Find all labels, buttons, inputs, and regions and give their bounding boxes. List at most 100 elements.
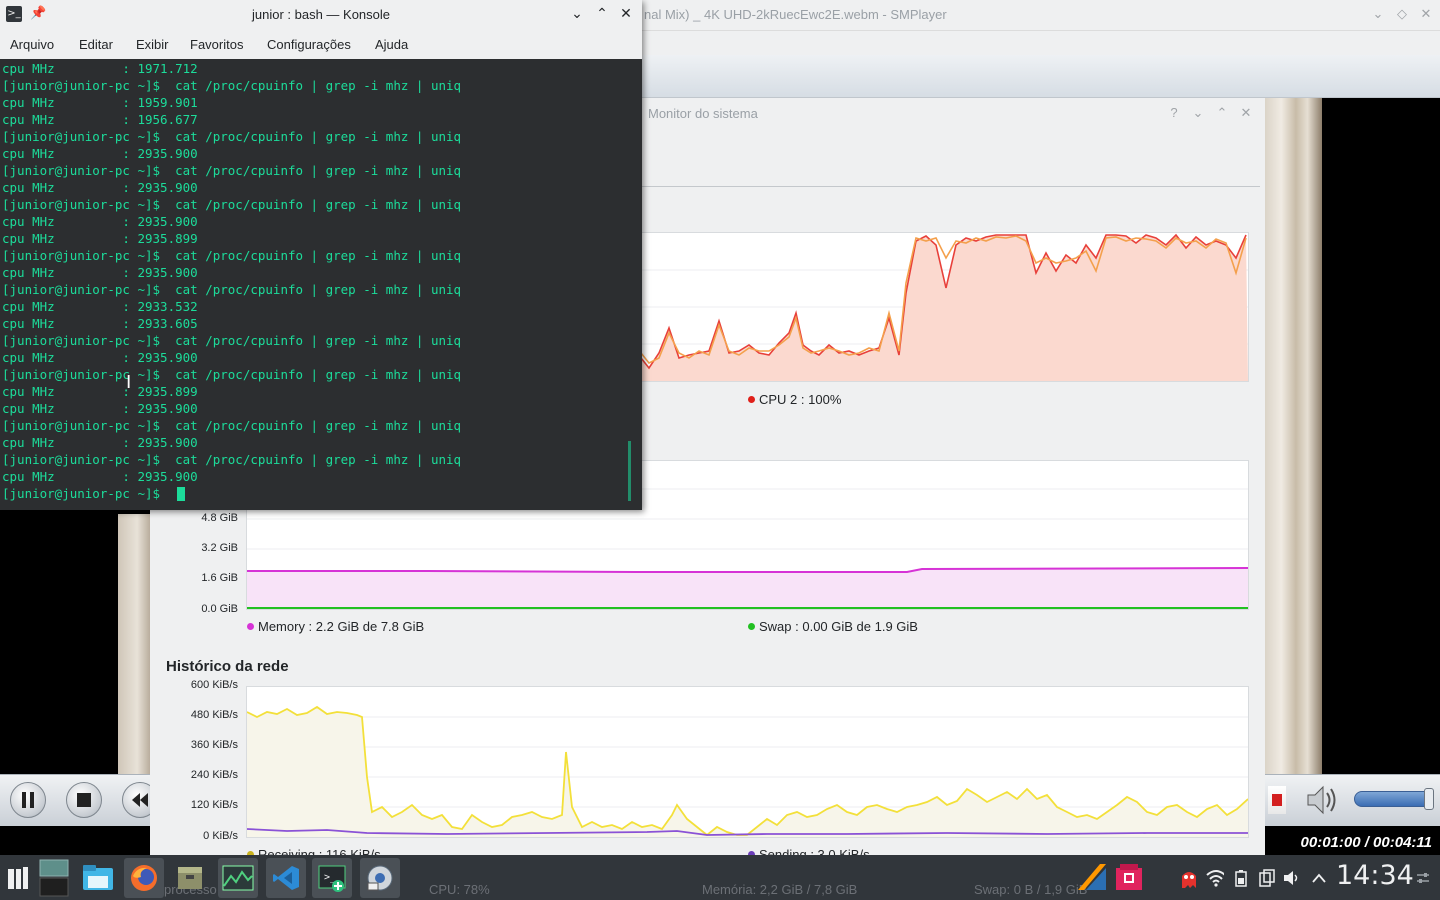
vscode-icon[interactable] [266, 858, 306, 898]
ghost-icon[interactable] [1180, 868, 1198, 888]
devices-icon[interactable] [1258, 868, 1276, 888]
archive-manager-icon[interactable] [170, 858, 210, 898]
menu-arquivo[interactable]: Arquivo [10, 37, 54, 52]
battery-icon[interactable] [1232, 868, 1250, 888]
terminal-line: cpu MHz : 2933.605 [2, 316, 198, 331]
terminal-line: cpu MHz : 2935.900 [2, 214, 198, 229]
terminal-line: cpu MHz : 2935.900 [2, 265, 198, 280]
terminal-line: [junior@junior-pc ~]$ cat /proc/cpuinfo … [2, 282, 462, 297]
network-ytick: 360 KiB/s [190, 739, 238, 751]
network-history-plot [246, 686, 1249, 838]
terminal-line: [junior@junior-pc ~]$ cat /proc/cpuinfo … [2, 418, 462, 433]
memory-ytick: 3.2 GiB [201, 542, 238, 554]
memory-ytick: 0.0 GiB [201, 603, 238, 615]
konsole-icon[interactable]: >_ [312, 858, 352, 898]
maximize-icon[interactable]: ⌃ [593, 5, 611, 22]
file-manager-icon[interactable] [78, 858, 118, 898]
minimize-icon[interactable]: ⌄ [568, 5, 586, 22]
memory-ytick: 1.6 GiB [201, 572, 238, 584]
network-ytick: 240 KiB/s [190, 769, 238, 781]
minimize-icon[interactable]: ⌄ [1190, 105, 1206, 121]
cpu2-legend-label: CPU 2 : 100% [759, 392, 842, 407]
terminal-output[interactable]: cpu MHz : 1971.712 [junior@junior-pc ~]$… [0, 59, 640, 510]
swap-legend-label: Swap : 0.00 GiB de 1.9 GiB [759, 619, 918, 634]
terminal-line: [junior@junior-pc ~]$ cat /proc/cpuinfo … [2, 129, 462, 144]
memory-legend: Memory : 2.2 GiB de 7.8 GiB [247, 619, 424, 634]
software-store-icon[interactable] [1114, 862, 1144, 892]
expand-tray-icon[interactable] [1310, 868, 1328, 888]
wifi-icon[interactable] [1206, 868, 1224, 888]
stop-icon [77, 793, 91, 807]
network-ytick: 120 KiB/s [190, 799, 238, 811]
terminal-line: cpu MHz : 1956.677 [2, 112, 198, 127]
rewind-icon [132, 793, 148, 807]
terminal-line: cpu MHz : 2935.900 [2, 350, 198, 365]
minimize-icon[interactable]: ⌄ [1370, 6, 1386, 22]
help-icon[interactable]: ? [1166, 105, 1182, 120]
record-icon[interactable] [1268, 786, 1286, 814]
menu-editar[interactable]: Editar [79, 37, 113, 52]
terminal-line: cpu MHz : 2935.899 [2, 231, 198, 246]
cpu2-legend: CPU 2 : 100% [748, 392, 841, 407]
cpu2-legend-dot [748, 396, 755, 403]
smplayer-title: nal Mix) _ 4K UHD-2kRuecEwc2E.webm - SMP… [644, 7, 947, 22]
volume-icon[interactable] [1283, 868, 1301, 888]
network-ytick: 600 KiB/s [190, 679, 238, 691]
terminal-line: [junior@junior-pc ~]$ cat /proc/cpuinfo … [2, 333, 462, 348]
terminal-scrollbar[interactable] [628, 441, 631, 501]
network-history-title: Histórico da rede [166, 658, 289, 675]
clock[interactable]: 14:34 [1336, 860, 1414, 891]
close-icon[interactable]: ✕ [1418, 6, 1434, 22]
terminal-line: cpu MHz : 2935.900 [2, 401, 198, 416]
text-cursor-icon: I [126, 372, 132, 393]
swap-legend: Swap : 0.00 GiB de 1.9 GiB [748, 619, 918, 634]
network-ytick: 480 KiB/s [190, 709, 238, 721]
menu-exibir[interactable]: Exibir [136, 37, 169, 52]
konsole-title: junior : bash — Konsole [251, 7, 391, 22]
volume-icon[interactable] [1304, 782, 1340, 818]
volume-slider-handle[interactable] [1424, 788, 1434, 810]
restore-icon[interactable]: ◇ [1394, 6, 1410, 22]
terminal-line: cpu MHz : 2933.532 [2, 299, 198, 314]
menu-ajuda[interactable]: Ajuda [375, 37, 408, 52]
status-swap: Swap: 0 B / 1,9 GiB [974, 882, 1088, 897]
application-launcher-icon[interactable] [0, 858, 36, 898]
terminal-line: cpu MHz : 1971.712 [2, 61, 198, 76]
swap-legend-dot [748, 623, 755, 630]
terminal-line: cpu MHz : 2935.900 [2, 469, 198, 484]
terminal-line: [junior@junior-pc ~]$ cat /proc/cpuinfo … [2, 367, 462, 382]
pause-icon [22, 792, 34, 808]
terminal-line: cpu MHz : 2935.900 [2, 146, 198, 161]
stop-button[interactable] [66, 782, 102, 818]
network-ytick: 0 KiB/s [203, 830, 238, 842]
pager-icon[interactable] [36, 858, 72, 898]
volume-slider[interactable] [1354, 791, 1434, 807]
terminal-line: cpu MHz : 1959.901 [2, 95, 198, 110]
memory-area-fill [247, 568, 1248, 608]
close-icon[interactable]: ✕ [1238, 105, 1254, 121]
menu-favoritos[interactable]: Favoritos [190, 37, 243, 52]
close-icon[interactable]: ✕ [617, 5, 635, 22]
pause-button[interactable] [10, 782, 46, 818]
status-memory: Memória: 2,2 GiB / 7,8 GiB [702, 882, 858, 897]
maximize-icon[interactable]: ⌃ [1214, 105, 1230, 121]
terminal-line: cpu MHz : 2935.900 [2, 180, 198, 195]
sublime-icon[interactable] [1076, 862, 1108, 892]
menu-configuracoes[interactable]: Configurações [267, 37, 351, 52]
terminal-cursor [177, 487, 185, 501]
memory-legend-dot [247, 623, 254, 630]
video-frame-right [1264, 98, 1322, 774]
status-cpu: CPU: 78% [429, 882, 490, 897]
playback-time: 00:01:00 / 00:04:11 [1300, 834, 1432, 851]
firefox-icon[interactable] [124, 858, 164, 898]
terminal-line: [junior@junior-pc ~]$ cat /proc/cpuinfo … [2, 163, 462, 178]
cpu-history-plot [640, 232, 1249, 382]
cpu-area-fill [641, 235, 1248, 381]
smplayer-icon[interactable] [360, 858, 400, 898]
panel-settings-icon[interactable] [1414, 868, 1432, 888]
terminal-line: [junior@junior-pc ~]$ cat /proc/cpuinfo … [2, 78, 462, 93]
memory-legend-label: Memory : 2.2 GiB de 7.8 GiB [258, 619, 425, 634]
terminal-line: [junior@junior-pc ~]$ cat /proc/cpuinfo … [2, 452, 462, 467]
system-monitor-title: Monitor do sistema [648, 106, 758, 121]
system-monitor-icon[interactable] [218, 858, 258, 898]
